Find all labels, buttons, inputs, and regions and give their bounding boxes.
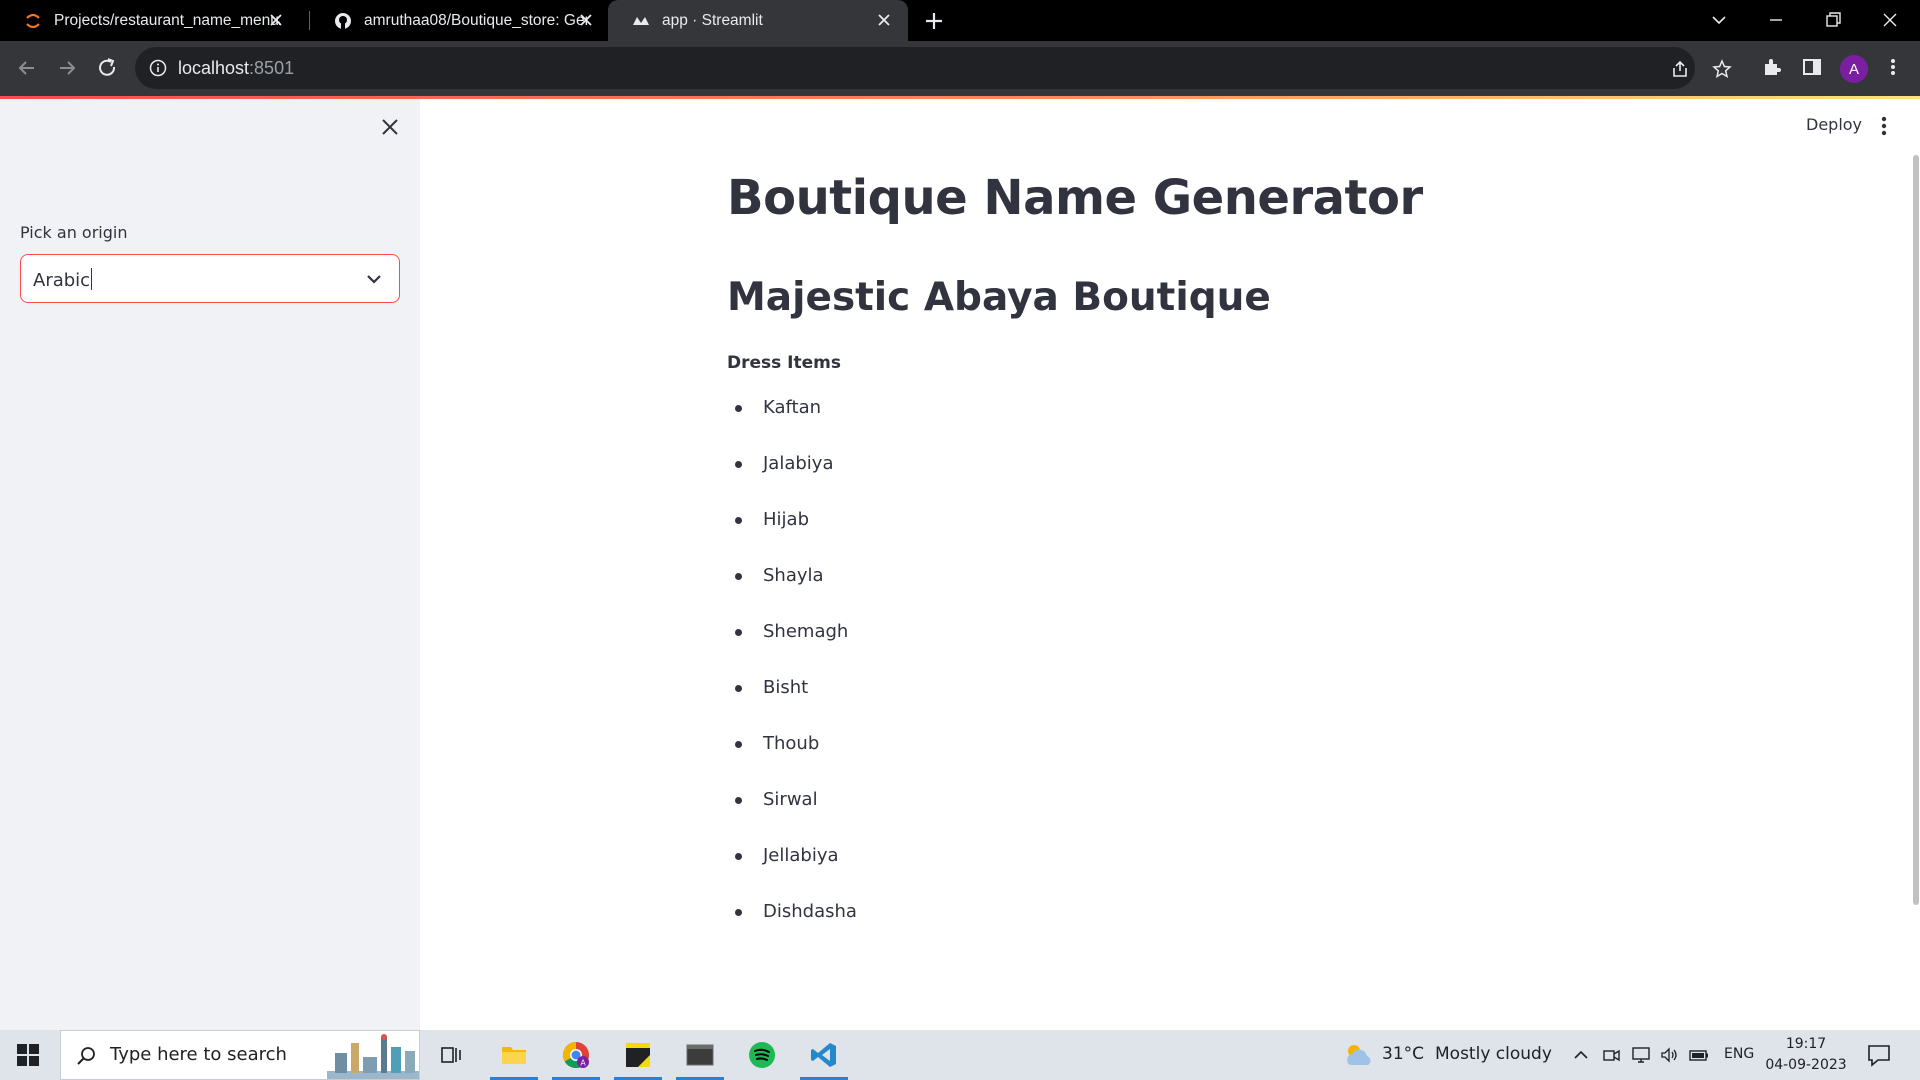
weather-desc[interactable]: Mostly cloudy xyxy=(1435,1044,1552,1064)
list-item: Dishdasha xyxy=(727,901,857,957)
scrollbar[interactable] xyxy=(1913,155,1919,905)
side-panel-icon[interactable] xyxy=(1801,56,1823,78)
chevron-down-icon[interactable] xyxy=(365,270,383,288)
origin-select-text: Arabic xyxy=(33,270,91,291)
jupyter-icon xyxy=(24,12,42,30)
browser-tab-strip: Projects/restaurant_name_menu/ amruthaa0… xyxy=(0,0,1920,41)
clock-time: 19:17 xyxy=(1785,1036,1827,1052)
task-view-app[interactable] xyxy=(425,1030,477,1080)
list-item: Jellabiya xyxy=(727,845,857,901)
taskbar: Type here to search A 31°C Mostly cloudy… xyxy=(0,1030,1920,1080)
chrome-app[interactable]: A xyxy=(550,1030,602,1080)
list-item: Bisht xyxy=(727,677,857,733)
vscode-icon xyxy=(811,1043,836,1067)
spotify-app[interactable] xyxy=(736,1030,788,1080)
close-window-icon[interactable] xyxy=(1878,8,1902,32)
extensions-icon[interactable] xyxy=(1761,56,1783,78)
tab-github[interactable]: amruthaa08/Boutique_store: Gen xyxy=(310,0,610,41)
list-item: Shemagh xyxy=(727,621,857,677)
origin-select-label: Pick an origin xyxy=(20,223,128,242)
volume-icon[interactable] xyxy=(1659,1045,1679,1065)
list-item: Thoub xyxy=(727,733,857,789)
new-tab-icon[interactable] xyxy=(922,9,946,33)
text-cursor xyxy=(91,268,93,290)
language-indicator[interactable]: ENG xyxy=(1724,1046,1754,1062)
dress-items-list: Kaftan Jalabiya Hijab Shayla Shemagh Bis… xyxy=(727,397,857,957)
list-item: Hijab xyxy=(727,509,857,565)
main-menu-icon[interactable] xyxy=(1880,115,1888,137)
chrome-icon: A xyxy=(562,1041,589,1069)
origin-select-value[interactable]: Arabic xyxy=(33,268,93,291)
profile-avatar[interactable]: A xyxy=(1840,55,1868,83)
network-icon[interactable] xyxy=(1631,1045,1651,1065)
boutique-name-heading: Majestic Abaya Boutique xyxy=(727,275,1271,320)
deploy-button[interactable]: Deploy xyxy=(1806,115,1862,134)
close-tab-icon[interactable] xyxy=(876,12,892,28)
close-tab-icon[interactable] xyxy=(268,12,284,28)
terminal-app[interactable] xyxy=(674,1030,726,1080)
list-item: Kaftan xyxy=(727,397,857,453)
battery-icon[interactable] xyxy=(1689,1045,1709,1065)
task-view-icon xyxy=(441,1047,461,1063)
close-tab-icon[interactable] xyxy=(578,12,594,28)
browser-menu-icon[interactable] xyxy=(1882,56,1904,78)
browser-toolbar: localhost:8501 A xyxy=(0,41,1920,96)
tab-search-chevron-icon[interactable] xyxy=(1707,8,1731,32)
dress-items-heading: Dress Items xyxy=(727,353,841,373)
system-clock[interactable]: 19:17 04-09-2023 xyxy=(1756,1034,1856,1076)
list-item: Jalabiya xyxy=(727,453,857,509)
sticky-notes-icon xyxy=(626,1043,650,1067)
main-content: Deploy Boutique Name Generator Majestic … xyxy=(420,99,1920,1030)
weather-cloudy-icon[interactable] xyxy=(1342,1041,1374,1069)
origin-select[interactable]: Arabic xyxy=(20,254,400,303)
back-icon[interactable] xyxy=(14,55,40,81)
tab-title: app · Streamlit xyxy=(662,11,763,29)
meet-now-icon[interactable] xyxy=(1601,1045,1621,1065)
folder-icon xyxy=(502,1047,526,1064)
search-placeholder: Type here to search xyxy=(110,1044,287,1065)
reload-icon[interactable] xyxy=(94,55,120,81)
list-item: Shayla xyxy=(727,565,857,621)
share-icon[interactable] xyxy=(1670,59,1690,79)
site-info-icon[interactable] xyxy=(149,59,167,77)
list-item: Sirwal xyxy=(727,789,857,845)
terminal-icon xyxy=(686,1044,714,1066)
url-port: :8501 xyxy=(249,58,295,78)
streamlit-icon xyxy=(632,12,650,30)
bookmark-star-icon[interactable] xyxy=(1712,59,1732,79)
minimize-icon[interactable] xyxy=(1764,8,1788,32)
file-explorer-app[interactable] xyxy=(488,1030,540,1080)
taskbar-search[interactable]: Type here to search xyxy=(60,1030,420,1080)
chevron-up-icon[interactable] xyxy=(1571,1045,1591,1065)
clock-date: 04-09-2023 xyxy=(1765,1057,1847,1073)
search-highlight-illustration-icon xyxy=(327,1034,419,1079)
tab-streamlit[interactable]: app · Streamlit xyxy=(608,0,908,41)
tab-title: Projects/restaurant_name_menu/ xyxy=(54,11,280,29)
search-icon xyxy=(77,1047,95,1065)
github-icon xyxy=(334,12,352,30)
close-sidebar-icon[interactable] xyxy=(380,117,400,137)
url-host: localhost xyxy=(178,58,250,78)
windows-start-icon[interactable] xyxy=(16,1043,40,1067)
weather-temp[interactable]: 31°C xyxy=(1382,1044,1424,1064)
url-text: localhost:8501 xyxy=(178,58,294,79)
tab-title: amruthaa08/Boutique_store: Gen xyxy=(364,11,588,29)
vscode-app[interactable] xyxy=(798,1030,850,1080)
tab-jupyter[interactable]: Projects/restaurant_name_menu/ xyxy=(0,0,300,41)
page-title: Boutique Name Generator xyxy=(727,170,1423,226)
address-bar[interactable]: localhost:8501 xyxy=(135,47,1695,89)
sticky-notes-app[interactable] xyxy=(612,1030,664,1080)
forward-icon[interactable] xyxy=(54,55,80,81)
spotify-icon xyxy=(749,1042,775,1068)
sidebar: Pick an origin Arabic xyxy=(0,99,420,1030)
notification-center-icon[interactable] xyxy=(1866,1043,1892,1067)
restore-icon[interactable] xyxy=(1821,8,1845,32)
svg-text:A: A xyxy=(580,1059,586,1068)
